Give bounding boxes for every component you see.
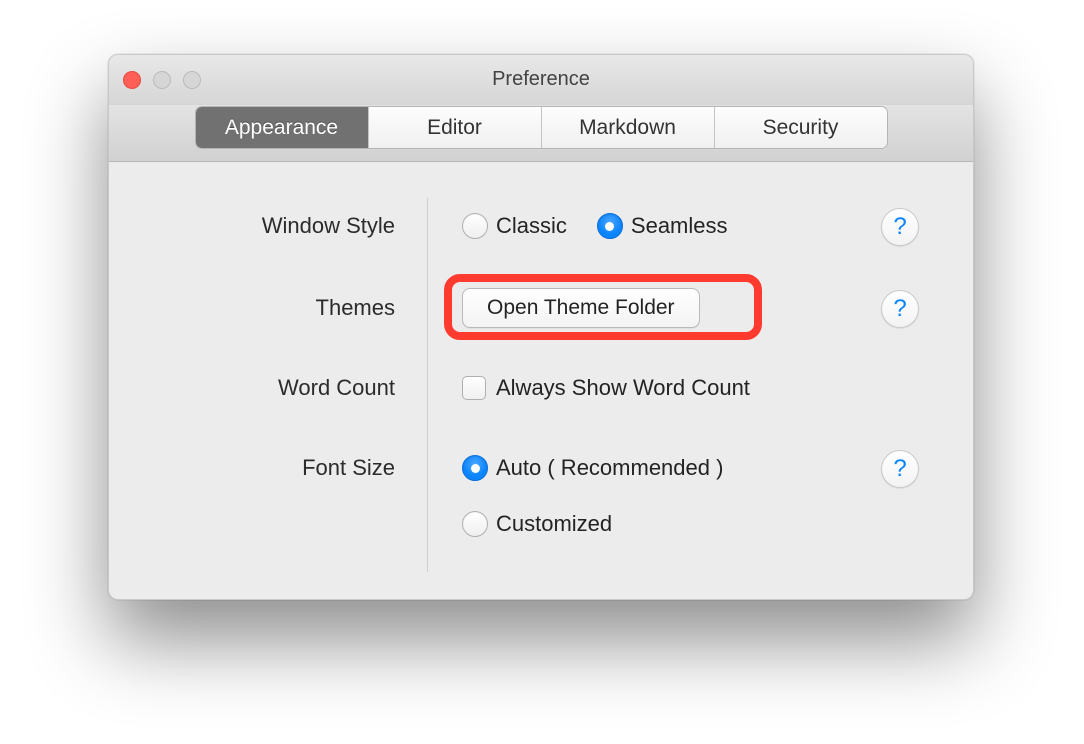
radio-font-auto[interactable]: Auto ( Recommended ) xyxy=(462,455,723,481)
label-font-size: Font Size xyxy=(147,442,395,494)
radio-label: Customized xyxy=(496,511,612,537)
radio-classic[interactable]: Classic xyxy=(462,213,567,239)
checkbox-label: Always Show Word Count xyxy=(496,375,750,401)
checkbox-always-show-word-count[interactable]: Always Show Word Count xyxy=(462,375,750,401)
radio-icon xyxy=(462,455,488,481)
content-area: Window Style Themes Word Count Font Size… xyxy=(109,162,973,600)
toolbar: Appearance Editor Markdown Security xyxy=(109,105,973,162)
label-themes: Themes xyxy=(147,282,395,334)
radio-label: Auto ( Recommended ) xyxy=(496,455,723,481)
open-theme-folder-button[interactable]: Open Theme Folder xyxy=(462,288,700,328)
tab-bar: Appearance Editor Markdown Security xyxy=(195,106,888,149)
window-title: Preference xyxy=(109,68,973,91)
radio-icon xyxy=(462,511,488,537)
row-word-count: Always Show Word Count xyxy=(462,362,919,414)
help-window-style[interactable]: ? xyxy=(881,208,919,246)
tab-appearance[interactable]: Appearance xyxy=(196,107,369,148)
help-themes[interactable]: ? xyxy=(881,290,919,328)
row-font-customized: Customized xyxy=(462,498,919,550)
tab-editor[interactable]: Editor xyxy=(369,107,542,148)
radio-label: Seamless xyxy=(631,213,728,239)
titlebar: Preference xyxy=(109,55,973,105)
row-font-size: Auto ( Recommended ) ? xyxy=(462,442,919,494)
radio-icon xyxy=(462,213,488,239)
labels-column: Window Style Themes Word Count Font Size xyxy=(147,198,428,572)
help-font-size[interactable]: ? xyxy=(881,450,919,488)
radio-label: Classic xyxy=(496,213,567,239)
controls-column: Classic Seamless ? Open Theme Folder ? xyxy=(462,198,919,572)
checkbox-icon xyxy=(462,376,486,400)
label-word-count: Word Count xyxy=(147,362,395,414)
tab-security[interactable]: Security xyxy=(715,107,887,148)
label-window-style: Window Style xyxy=(147,200,395,252)
preference-window: Preference Appearance Editor Markdown Se… xyxy=(108,54,974,600)
radio-icon xyxy=(597,213,623,239)
tab-markdown[interactable]: Markdown xyxy=(542,107,715,148)
radio-font-customized[interactable]: Customized xyxy=(462,511,612,537)
row-window-style: Classic Seamless ? xyxy=(462,200,919,252)
row-themes: Open Theme Folder ? xyxy=(462,282,919,334)
radio-seamless[interactable]: Seamless xyxy=(597,213,728,239)
